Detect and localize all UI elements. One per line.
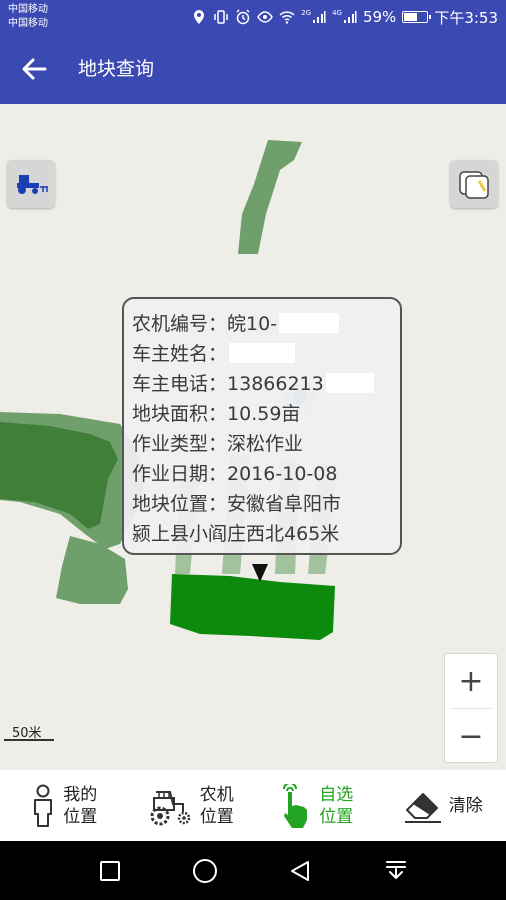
parcel-info-popup: 农机编号：皖10- 车主姓名： 车主电话：13866213 地块面积：10.59… — [122, 297, 402, 555]
parcel-selected[interactable] — [170, 574, 335, 640]
battery-icon — [402, 11, 432, 23]
info-row-area: 地块面积：10.59亩 — [132, 403, 301, 425]
status-bar: 中国移动 中国移动 2G 4G 59% 下午3:53 — [0, 0, 506, 34]
signal-2-icon: 4G — [332, 10, 357, 24]
info-location-continued: 颍上县小阎庄西北465米 — [132, 523, 340, 545]
location-icon — [194, 10, 205, 24]
machine-locate-button[interactable] — [7, 160, 55, 208]
battery-percent: 59% — [362, 8, 397, 26]
carrier-2: 中国移动 — [8, 18, 48, 29]
person-icon — [34, 784, 53, 827]
machine-location-button[interactable]: 农机 位置 — [127, 770, 254, 841]
info-row-owner-phone: 车主电话：13866213 — [132, 369, 400, 399]
status-icons: 2G 4G 59% 下午3:53 — [191, 7, 498, 27]
clock: 下午3:53 — [434, 8, 498, 27]
home-button[interactable] — [185, 851, 225, 891]
carrier-1: 中国移动 — [8, 4, 48, 15]
notification-pull-button[interactable] — [376, 851, 416, 891]
vibrate-icon — [214, 10, 228, 24]
tractor-icon — [150, 790, 190, 825]
back-button[interactable] — [14, 51, 54, 87]
eraser-icon — [404, 792, 441, 823]
tractor-icon — [17, 175, 48, 194]
info-row-location: 地块位置：安徽省阜阳市 — [132, 493, 342, 515]
scale-line — [4, 739, 54, 741]
eye-icon — [257, 11, 274, 23]
parcel-top[interactable] — [238, 140, 302, 254]
zoom-out-button[interactable]: − — [445, 709, 497, 763]
zoom-in-button[interactable]: + — [445, 654, 497, 708]
clear-button[interactable]: 清除 — [380, 770, 506, 841]
map-layer-button[interactable] — [450, 160, 498, 208]
square-icon — [100, 861, 120, 881]
info-row-work-type: 作业类型：深松作业 — [132, 433, 304, 455]
alarm-icon — [236, 9, 250, 25]
map-view[interactable]: 农机编号：皖10- 车主姓名： 车主电话：13866213 地块面积：10.59… — [0, 104, 506, 770]
redaction-mask — [325, 373, 374, 393]
plus-icon: + — [458, 663, 484, 699]
page-title: 地块查询 — [78, 58, 155, 80]
map-layer-icon — [459, 171, 489, 199]
zoom-control: + − — [444, 653, 498, 763]
custom-location-button[interactable]: 自选 位置 — [253, 770, 380, 841]
wifi-icon — [279, 11, 295, 24]
map-scale: 50米 — [4, 722, 54, 744]
triangle-back-icon — [291, 861, 309, 881]
recent-apps-button[interactable] — [90, 851, 130, 891]
pull-down-icon — [386, 861, 406, 879]
signal-1-icon: 2G — [301, 10, 326, 24]
info-row-work-date: 作业日期：2016-10-08 — [132, 463, 338, 485]
redaction-mask — [229, 343, 296, 363]
redaction-mask — [279, 313, 340, 333]
parcel-lower-left[interactable] — [56, 536, 128, 604]
system-nav-bar — [0, 841, 506, 900]
app-bar: 地块查询 — [0, 34, 506, 104]
circle-icon — [193, 859, 217, 883]
my-location-button[interactable]: 我的 位置 — [0, 770, 127, 841]
bottom-toolbar: 我的 位置 农机 位置 自选 位置 清除 — [0, 770, 506, 841]
system-back-button[interactable] — [280, 851, 320, 891]
tap-hand-icon — [283, 783, 308, 828]
info-row-owner-name: 车主姓名： — [132, 339, 400, 369]
info-row-machine-no: 农机编号：皖10- — [132, 309, 400, 339]
minus-icon: − — [458, 718, 484, 754]
arrow-left-icon — [22, 58, 47, 80]
